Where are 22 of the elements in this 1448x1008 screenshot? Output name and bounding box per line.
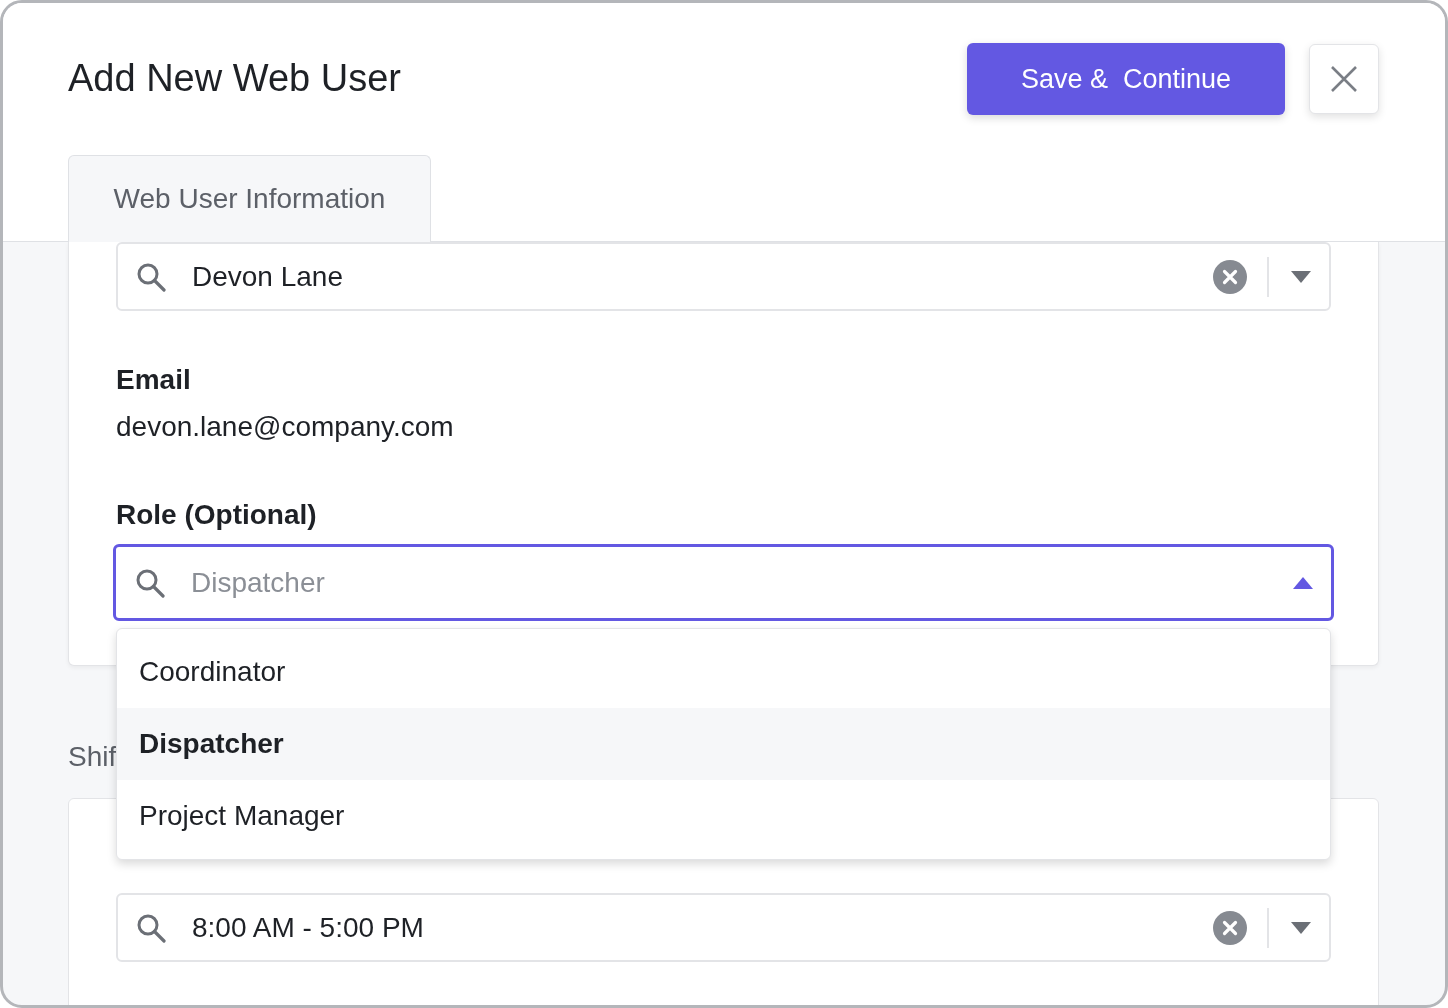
search-icon xyxy=(136,912,166,943)
save-continue-button[interactable]: Save & Continue xyxy=(967,43,1285,115)
tab[interactable]: Web User Information xyxy=(68,155,431,242)
email-value: devon.lane@company.com xyxy=(116,410,455,444)
select-field[interactable]: 8:00 AM - 5:00 PM xyxy=(116,893,1331,962)
search-icon xyxy=(135,567,165,598)
dropdown-option[interactable]: Coordinator xyxy=(117,636,1330,708)
caret-icon xyxy=(1291,921,1311,934)
caret-icon xyxy=(1291,270,1311,283)
dialog-title: Add New Web User xyxy=(68,56,402,102)
dropdown-option[interactable]: Dispatcher xyxy=(117,708,1330,780)
search-icon xyxy=(136,261,166,292)
field-label: Email xyxy=(116,363,192,397)
field-label: Role (Optional) xyxy=(116,498,318,532)
close-icon xyxy=(1330,65,1358,93)
clear-icon[interactable] xyxy=(1213,259,1247,294)
select-field[interactable]: Devon Lane xyxy=(116,242,1331,311)
clear-icon[interactable] xyxy=(1213,910,1247,945)
section-heading: Shif xyxy=(68,740,117,774)
close-button[interactable] xyxy=(1309,44,1379,114)
caret-icon xyxy=(1293,576,1313,589)
dropdown-option[interactable]: Project Manager xyxy=(117,780,1330,852)
